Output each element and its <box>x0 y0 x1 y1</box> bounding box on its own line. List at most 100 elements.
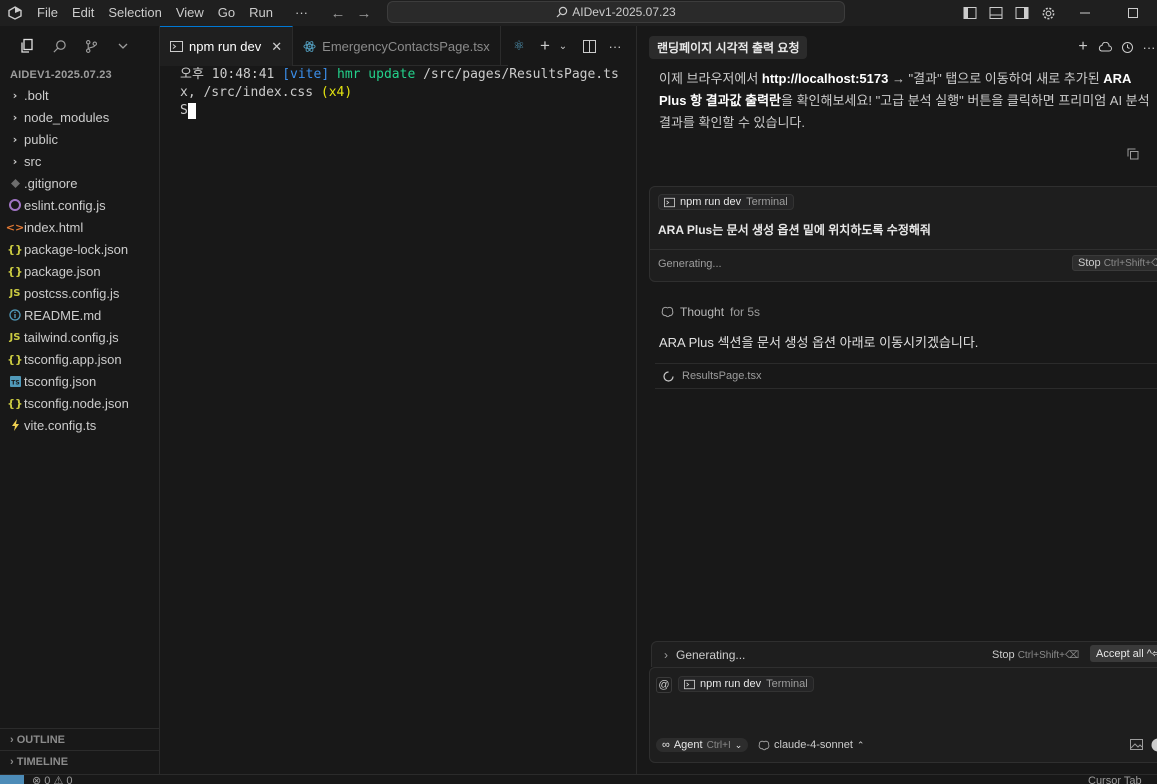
tree-file-readme[interactable]: README.md <box>0 304 159 326</box>
agent-shortcut: Ctrl+I <box>706 739 731 751</box>
stop-button[interactable]: Stop Ctrl+Shift+⌫ <box>1072 255 1157 271</box>
more-actions-icon[interactable]: ··· <box>604 35 626 57</box>
json-file-icon: {} <box>7 396 23 410</box>
terminal-input-char: S <box>180 103 188 118</box>
workspace-name: AIDev1-2025.07.23 <box>572 5 676 19</box>
react-icon <box>303 40 316 52</box>
terminal-output[interactable]: 오후 10:48:41 [vite] hmr update /src/pages… <box>160 66 636 120</box>
git-file-icon <box>6 178 24 188</box>
tree-item-label: .bolt <box>24 87 49 103</box>
menu-more[interactable]: ··· <box>288 0 315 26</box>
js-file-icon: JS <box>9 331 21 343</box>
tree-folder-node-modules[interactable]: › node_modules <box>0 106 159 128</box>
close-icon[interactable]: ✕ <box>271 39 282 55</box>
brain-icon <box>661 306 674 318</box>
toggle-primary-sidebar-icon[interactable] <box>957 0 983 26</box>
menu-selection[interactable]: Selection <box>101 0 168 26</box>
toggle-secondary-sidebar-icon[interactable] <box>1009 0 1035 26</box>
tree-folder-bolt[interactable]: › .bolt <box>0 84 159 106</box>
tree-item-label: tsconfig.json <box>24 373 97 389</box>
source-control-icon[interactable] <box>78 33 104 59</box>
tree-file-tailwind-config[interactable]: JS tailwind.config.js <box>0 326 159 348</box>
tree-file-tsconfig[interactable]: TS tsconfig.json <box>0 370 159 392</box>
assistant-reply: ARA Plus 섹션을 문서 생성 옵션 아래로 이동시키겠습니다. <box>659 335 979 350</box>
terminal-context-chip[interactable]: npm run dev Terminal <box>658 194 794 210</box>
maximize-button[interactable] <box>1109 0 1157 26</box>
remote-indicator[interactable] <box>0 775 24 784</box>
tree-file-gitignore[interactable]: .gitignore <box>0 172 159 194</box>
workspace-folder-title[interactable]: AIDEV1-2025.07.23 <box>0 66 159 84</box>
terminal-context-chip[interactable]: npm run dev Terminal <box>678 676 814 692</box>
tab-label: npm run dev <box>189 39 262 54</box>
generating-status: Generating... <box>658 258 722 270</box>
menu-edit[interactable]: Edit <box>65 0 101 26</box>
chip-sub: Terminal <box>766 678 808 690</box>
timeline-section[interactable]: › TIMELINE <box>0 750 160 772</box>
tree-file-tsconfig-app[interactable]: {} tsconfig.app.json <box>0 348 159 370</box>
tab-emergency-contacts[interactable]: EmergencyContactsPage.tsx <box>293 26 501 66</box>
chevron-right-icon: › <box>12 88 18 102</box>
model-selector[interactable]: claude-4-sonnet ⌃ <box>758 739 864 751</box>
chevron-down-icon[interactable] <box>110 33 136 59</box>
tree-item-label: src <box>24 153 42 169</box>
terminal-icon <box>684 679 695 689</box>
stop-button[interactable]: Stop Ctrl+Shift+⌫ <box>992 649 1079 661</box>
file-name: ResultsPage.tsx <box>682 370 762 382</box>
tree-file-postcss-config[interactable]: JS postcss.config.js <box>0 282 159 304</box>
image-attach-icon[interactable] <box>1130 738 1143 755</box>
tab-label: EmergencyContactsPage.tsx <box>322 38 490 54</box>
back-arrow-icon[interactable]: ← <box>325 5 351 22</box>
agent-mode-selector[interactable]: ∞ Agent Ctrl+I ⌄ <box>656 738 749 752</box>
tree-folder-src[interactable]: › src <box>0 150 159 172</box>
menu-run[interactable]: Run <box>242 0 280 26</box>
new-chat-plus-icon[interactable]: + <box>1075 38 1091 55</box>
file-edit-row[interactable]: ResultsPage.tsx <box>655 363 1157 389</box>
thought-indicator[interactable]: Thought for 5s <box>661 305 760 319</box>
chat-composer[interactable]: @ npm run dev Terminal ∞ Agent Ctrl+I ⌄ … <box>649 667 1157 763</box>
cursor-logo-icon[interactable] <box>6 4 24 22</box>
tree-item-label: node_modules <box>24 109 110 125</box>
cloud-icon[interactable] <box>1097 39 1113 55</box>
tree-item-label: tsconfig.app.json <box>24 351 122 367</box>
send-button[interactable] <box>1151 738 1157 755</box>
history-icon[interactable] <box>1119 39 1135 55</box>
gear-icon[interactable] <box>1035 0 1061 26</box>
tree-file-eslint-config[interactable]: eslint.config.js <box>0 194 159 216</box>
tree-file-vite-config[interactable]: vite.config.ts <box>0 414 159 436</box>
copy-icon[interactable] <box>1127 148 1139 163</box>
tree-file-package-json[interactable]: {} package.json <box>0 260 159 282</box>
react-icon[interactable]: ⚛ <box>508 35 530 57</box>
tab-npm-run-dev[interactable]: npm run dev ✕ <box>160 26 294 66</box>
accept-label: Accept all <box>1096 648 1144 660</box>
mention-button[interactable]: @ <box>656 677 672 693</box>
command-center-search[interactable]: AIDev1-2025.07.23 <box>387 1 845 23</box>
forward-arrow-icon[interactable]: → <box>351 5 377 22</box>
chevron-down-icon[interactable]: ⌄ <box>552 35 574 57</box>
message-text: 이제 브라우저에서 <box>659 71 762 86</box>
chat-title-tab[interactable]: 랜딩페이지 시각적 출력 요청 <box>649 35 808 59</box>
toggle-panel-icon[interactable] <box>983 0 1009 26</box>
menu-view[interactable]: View <box>169 0 211 26</box>
outline-section[interactable]: › OUTLINE <box>0 728 160 750</box>
tree-file-tsconfig-node[interactable]: {} tsconfig.node.json <box>0 392 159 414</box>
minimize-button[interactable] <box>1061 0 1109 26</box>
cursor-tab-status[interactable]: Cursor Tab <box>1088 775 1142 784</box>
tree-file-package-lock[interactable]: {} package-lock.json <box>0 238 159 260</box>
tree-folder-public[interactable]: › public <box>0 128 159 150</box>
eslint-file-icon <box>6 199 24 211</box>
accept-shortcut: ^⏎ <box>1146 648 1157 660</box>
tree-item-label: README.md <box>24 307 102 323</box>
problems-indicator[interactable]: ⊗ 0 ⚠ 0 <box>32 775 72 784</box>
accept-all-button[interactable]: Accept all ^⏎ <box>1090 645 1157 662</box>
explorer-files-icon[interactable] <box>14 33 40 59</box>
tree-file-index-html[interactable]: <> index.html <box>0 216 159 238</box>
chevron-right-icon[interactable]: › <box>664 648 668 662</box>
message-link[interactable]: http://localhost:5173 <box>762 71 888 86</box>
tree-item-label: package-lock.json <box>24 241 129 257</box>
more-actions-icon[interactable]: ··· <box>1141 39 1157 55</box>
thought-label: Thought <box>680 305 725 319</box>
split-editor-icon[interactable] <box>578 35 600 57</box>
menu-go[interactable]: Go <box>211 0 242 26</box>
menu-file[interactable]: File <box>30 0 65 26</box>
search-icon[interactable] <box>46 33 72 59</box>
